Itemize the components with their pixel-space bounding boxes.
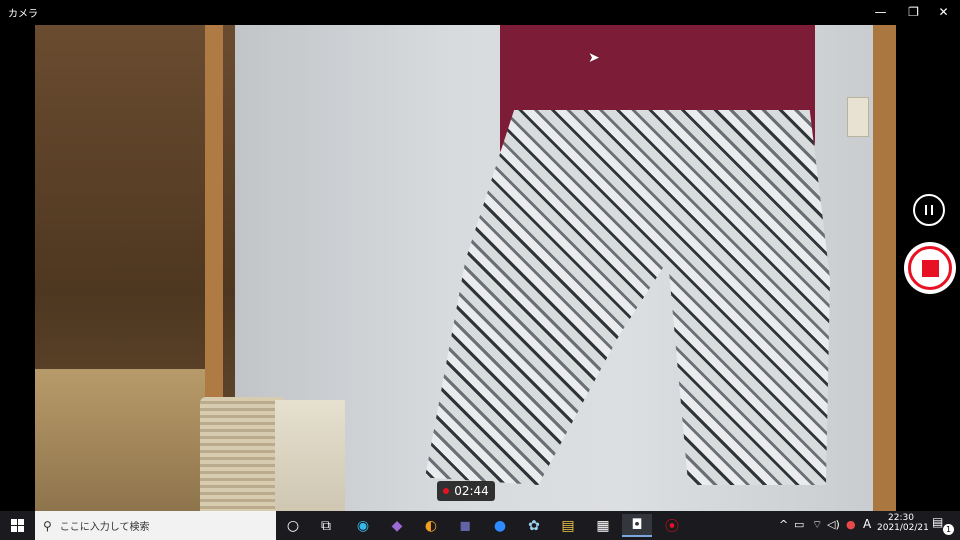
edge-icon[interactable]: ◉ [348,514,378,537]
stop-icon [921,259,939,277]
notification-count: 1 [943,524,954,535]
visual-studio-icon[interactable]: ◆ [382,514,412,537]
minimize-button[interactable]: — [864,0,897,24]
rope-basket [200,397,285,511]
volume-icon[interactable]: ◁) [827,518,840,531]
right-frame [873,25,896,511]
clock-date: 2021/02/21 [877,523,929,533]
battery-icon[interactable]: ▭ [794,518,804,531]
film-icon[interactable]: ▦ [588,514,618,537]
ime-indicator[interactable]: A [863,517,871,531]
pause-icon [925,205,933,215]
stop-button-ring [908,246,952,290]
title-bar[interactable]: カメラ — ❐ ✕ [0,0,960,24]
timer-text: 02:44 [454,484,489,498]
recording-dot-icon [443,488,450,494]
wifi-icon[interactable]: ⌔ [812,518,822,532]
small-box [275,400,345,511]
clock[interactable]: 22:30 2021/02/21 [877,513,929,533]
pause-button[interactable] [913,194,945,226]
task-view-icon[interactable]: ⧉ [311,514,341,537]
camera-preview: ➤ [35,25,896,511]
camera-icon[interactable]: ◘ [622,514,652,537]
search-placeholder: ここに入力して検索 [59,522,150,533]
tray-app-icon[interactable]: ● [846,518,856,531]
mouse-cursor-icon: ➤ [588,50,600,66]
notification-button[interactable]: ▤ 1 [932,515,954,535]
search-icon: ⚲ [43,518,52,533]
chevron-up-icon[interactable]: ^ [779,518,788,531]
record-icon[interactable]: ⦿ [657,514,687,537]
file-explorer-icon[interactable]: ▤ [553,514,583,537]
light-switch [847,97,869,137]
close-button[interactable]: ✕ [927,0,960,24]
cardboard-box [35,369,205,511]
maximize-button[interactable]: ❐ [897,0,930,24]
start-button[interactable] [0,511,35,540]
clock-time: 22:30 [888,513,914,523]
teams-icon[interactable]: ◼ [450,514,480,537]
windows-logo-icon [11,519,24,532]
camera-app-window: カメラ — ❐ ✕ ➤ 02:44 [0,0,960,511]
app-icon[interactable]: ◐ [416,514,446,537]
system-tray: ^ ▭ ⌔ ◁) ● A 22:30 2021/02/21 ▤ 1 [775,511,960,540]
zoom-icon[interactable]: ● [485,514,515,537]
notification-icon: ▤ [932,515,944,529]
recording-timer: 02:44 [437,481,495,501]
stop-recording-button[interactable] [904,242,956,294]
app-title: カメラ [8,9,38,20]
taskbar: ⚲ ここに入力して検索 ○ ⧉ ◉ ◆ ◐ ◼ ● ✿ ▤ ▦ ◘ ⦿ ^ ▭ … [0,511,960,540]
paint-icon[interactable]: ✿ [519,514,549,537]
taskbar-search-box[interactable]: ⚲ ここに入力して検索 [35,511,276,540]
cortana-icon[interactable]: ○ [278,514,308,537]
